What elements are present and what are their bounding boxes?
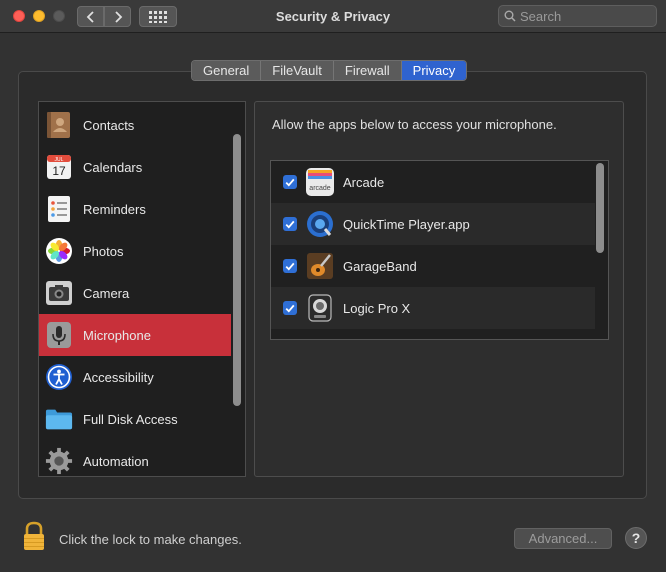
sidebar-item-accessibility[interactable]: Accessibility (39, 356, 231, 398)
tab-filevault[interactable]: FileVault (261, 61, 334, 80)
tab-bar: General FileVault Firewall Privacy (191, 60, 468, 81)
app-checkbox[interactable] (283, 217, 297, 231)
garageband-icon (306, 252, 334, 280)
accessibility-icon (45, 363, 73, 391)
tab-privacy[interactable]: Privacy (401, 61, 467, 80)
sidebar-item-camera[interactable]: Camera (39, 272, 231, 314)
sidebar-scrollbar[interactable] (233, 134, 241, 406)
reminders-icon (45, 195, 73, 223)
camera-icon (45, 279, 73, 307)
logic-pro-icon (306, 294, 334, 322)
advanced-button[interactable]: Advanced... (514, 528, 612, 549)
tab-general[interactable]: General (192, 61, 262, 80)
microphone-permission-pane: Allow the apps below to access your micr… (254, 101, 624, 477)
tab-firewall[interactable]: Firewall (333, 61, 402, 80)
app-name: QuickTime Player.app (343, 216, 470, 232)
checkmark-icon (285, 304, 295, 313)
permission-prompt: Allow the apps below to access your micr… (272, 117, 557, 132)
sidebar-item-label: Microphone (83, 327, 151, 343)
sidebar-item-automation[interactable]: Automation (39, 440, 231, 476)
app-name: GarageBand (343, 258, 417, 274)
app-list-scrollbar[interactable] (596, 163, 604, 253)
sidebar-item-calendars[interactable]: JUL 17 Calendars (39, 146, 231, 188)
microphone-icon (45, 321, 73, 349)
svg-text:arcade: arcade (309, 185, 331, 192)
sidebar-item-microphone[interactable]: Microphone (39, 314, 231, 356)
search-input[interactable] (520, 8, 650, 24)
sidebar-item-label: Reminders (83, 201, 146, 217)
gear-icon (45, 447, 73, 475)
svg-text:17: 17 (52, 164, 66, 178)
app-checkbox[interactable] (283, 175, 297, 189)
app-checkbox[interactable] (283, 301, 297, 315)
sidebar-item-photos[interactable]: Photos (39, 230, 231, 272)
help-button[interactable]: ? (625, 527, 647, 549)
app-list[interactable]: arcade Arcade QuickTime Player.app Garag… (270, 160, 609, 340)
sidebar-item-label: Photos (83, 243, 124, 259)
app-row-garageband[interactable]: GarageBand (271, 245, 595, 287)
app-row-arcade[interactable]: arcade Arcade (271, 161, 595, 203)
sidebar-item-reminders[interactable]: Reminders (39, 188, 231, 230)
lock-message: Click the lock to make changes. (59, 532, 242, 547)
quicktime-icon (306, 210, 334, 238)
sidebar-item-label: Automation (83, 453, 149, 469)
title-bar: Security & Privacy (0, 0, 666, 33)
folder-icon (45, 405, 73, 433)
app-row-logic-pro[interactable]: Logic Pro X (271, 287, 595, 329)
app-name: Arcade (343, 174, 385, 190)
sidebar-item-label: Contacts (83, 117, 135, 133)
sidebar-item-contacts[interactable]: Contacts (39, 104, 231, 146)
privacy-category-list[interactable]: Contacts JUL 17 Calendars Reminders Phot… (38, 101, 246, 477)
app-name: Logic Pro X (343, 300, 411, 316)
checkmark-icon (285, 220, 295, 229)
calendar-icon: JUL 17 (45, 153, 73, 181)
arcade-icon: arcade (306, 168, 334, 196)
app-row-quicktime[interactable]: QuickTime Player.app (271, 203, 595, 245)
sidebar-item-label: Camera (83, 285, 130, 301)
search-icon (504, 10, 516, 22)
checkmark-icon (285, 262, 295, 271)
lock-icon[interactable] (22, 521, 46, 551)
sidebar-item-label: Calendars (83, 159, 143, 175)
search-field[interactable] (498, 5, 657, 27)
photos-icon (45, 237, 73, 265)
svg-text:JUL: JUL (55, 157, 64, 163)
sidebar-item-label: Full Disk Access (83, 411, 178, 427)
contacts-icon (45, 111, 73, 139)
checkmark-icon (285, 178, 295, 187)
sidebar-item-label: Accessibility (83, 369, 154, 385)
app-checkbox[interactable] (283, 259, 297, 273)
sidebar-item-full-disk-access[interactable]: Full Disk Access (39, 398, 231, 440)
app-row-partial (271, 329, 595, 339)
